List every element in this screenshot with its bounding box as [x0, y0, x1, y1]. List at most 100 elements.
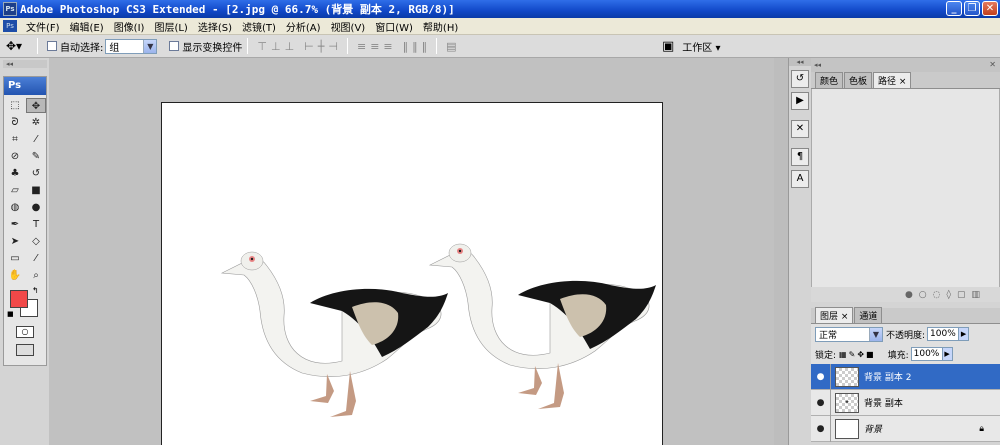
- actions-panel-icon[interactable]: ▶: [791, 92, 809, 110]
- tab-channels[interactable]: 通道: [854, 307, 883, 323]
- fill-path-icon[interactable]: ●: [905, 290, 913, 300]
- menu-window[interactable]: 窗口(W): [370, 19, 418, 34]
- align-bottom-icon[interactable]: ⊥: [285, 40, 295, 53]
- history-panel-icon[interactable]: ↺: [791, 70, 809, 88]
- gradient-tool-icon[interactable]: ■: [26, 183, 46, 198]
- load-selection-icon[interactable]: ◌: [933, 290, 941, 300]
- menu-view[interactable]: 视图(V): [326, 19, 371, 34]
- lock-transparency-icon[interactable]: ▦: [839, 350, 847, 359]
- stroke-path-icon[interactable]: ○: [919, 290, 927, 300]
- panel-strip-grip[interactable]: ◂◂: [789, 58, 811, 66]
- show-transform-checkbox[interactable]: [169, 41, 180, 51]
- photoshop-app-icon[interactable]: Ps: [3, 2, 17, 16]
- move-tool-icon[interactable]: ✥: [26, 98, 46, 113]
- menu-filter[interactable]: 滤镜(T): [237, 19, 281, 34]
- menu-analysis[interactable]: 分析(A): [281, 19, 326, 34]
- visibility-eye-icon[interactable]: ●: [811, 415, 831, 442]
- menu-select[interactable]: 选择(S): [193, 19, 237, 34]
- character-panel-icon[interactable]: A: [791, 170, 809, 188]
- fill-slider-arrow-icon[interactable]: ▶: [942, 347, 953, 361]
- menu-file[interactable]: 文件(F): [21, 19, 65, 34]
- close-button[interactable]: ✕: [982, 1, 998, 16]
- menu-layer[interactable]: 图层(L): [149, 19, 192, 34]
- new-path-icon[interactable]: ▢: [957, 290, 966, 300]
- crop-tool-icon[interactable]: ⌗: [5, 132, 25, 147]
- tool-presets-icon[interactable]: ✕: [791, 120, 809, 138]
- auto-select-dropdown[interactable]: 组 ▼: [105, 38, 158, 54]
- align-left-icon[interactable]: ⊢: [304, 40, 314, 53]
- toolbox-grip[interactable]: ◂◂: [3, 60, 47, 68]
- document-canvas[interactable]: [161, 102, 663, 445]
- screen-mode-icon[interactable]: [16, 344, 34, 356]
- layer-row[interactable]: ● 背景 副本 2: [811, 363, 1000, 390]
- align-hcenter-icon[interactable]: ┼: [318, 40, 325, 53]
- tab-swatches[interactable]: 色板: [844, 72, 873, 88]
- menu-help[interactable]: 帮助(H): [418, 19, 463, 34]
- visibility-eye-icon[interactable]: ●: [811, 389, 831, 416]
- tab-paths[interactable]: 路径 ×: [873, 72, 912, 88]
- close-icon[interactable]: ✕: [989, 58, 996, 72]
- distribute-hcenter-icon[interactable]: ‖: [412, 40, 418, 53]
- auto-select-value: 组: [109, 42, 120, 54]
- distribute-left-icon[interactable]: ‖: [403, 40, 409, 53]
- workspace-menu[interactable]: 工作区 ▾: [682, 39, 720, 54]
- opacity-slider-arrow-icon[interactable]: ▶: [959, 327, 970, 341]
- foreground-color-swatch[interactable]: [10, 290, 28, 308]
- layer-thumbnail: ✦: [835, 392, 859, 413]
- panel-group-grip[interactable]: ◂◂ ✕: [811, 58, 1000, 72]
- delete-path-icon[interactable]: ▥: [971, 290, 980, 300]
- pen-tool-icon[interactable]: ✒: [5, 217, 25, 232]
- path-selection-icon[interactable]: ➤: [5, 234, 25, 249]
- visibility-eye-icon[interactable]: ●: [811, 363, 831, 390]
- quick-mask-icon[interactable]: ○: [16, 326, 34, 338]
- lock-position-icon[interactable]: ✥: [857, 350, 864, 359]
- menu-image[interactable]: 图像(I): [109, 19, 150, 34]
- zoom-tool-icon[interactable]: ⌕: [26, 268, 46, 283]
- ps-menu-icon[interactable]: Ps: [3, 20, 17, 32]
- tab-color[interactable]: 颜色: [815, 72, 844, 88]
- auto-align-button[interactable]: ▤: [446, 40, 456, 53]
- lock-pixels-icon[interactable]: ✎: [849, 350, 856, 359]
- bridge-icon[interactable]: ▣: [662, 39, 674, 54]
- move-tool-preset-icon[interactable]: ✥▾: [6, 37, 32, 55]
- history-brush-icon[interactable]: ↺: [26, 166, 46, 181]
- slice-tool-icon[interactable]: ⁄: [26, 132, 46, 147]
- make-path-icon[interactable]: ◊: [947, 290, 951, 300]
- align-top-icon[interactable]: ⊤: [257, 40, 267, 53]
- blur-tool-icon[interactable]: ◍: [5, 200, 25, 215]
- minimize-button[interactable]: _: [946, 1, 962, 16]
- eraser-tool-icon[interactable]: ▱: [5, 183, 25, 198]
- type-tool-icon[interactable]: T: [26, 217, 46, 232]
- show-transform-label: 显示变换控件: [182, 42, 243, 54]
- align-right-icon[interactable]: ⊣: [328, 40, 338, 53]
- clone-stamp-icon[interactable]: ♣: [5, 166, 25, 181]
- distribute-vcenter-icon[interactable]: ≡: [370, 40, 379, 53]
- magic-wand-tool-icon[interactable]: ✲: [26, 115, 46, 130]
- restore-button[interactable]: ❐: [964, 1, 980, 16]
- layer-row[interactable]: ● 背景 🔒︎: [811, 415, 1000, 442]
- default-colors-icon[interactable]: ■: [7, 310, 14, 318]
- distribute-top-icon[interactable]: ≡: [357, 40, 366, 53]
- notes-tool-icon[interactable]: ▭: [5, 251, 25, 266]
- align-vcenter-icon[interactable]: ⊥: [271, 40, 281, 53]
- eyedropper-tool-icon[interactable]: ⁄: [26, 251, 46, 266]
- layer-row[interactable]: ● ✦ 背景 副本: [811, 389, 1000, 416]
- healing-brush-icon[interactable]: ⊘: [5, 149, 25, 164]
- tab-layers[interactable]: 图层 ×: [815, 307, 854, 323]
- dodge-tool-icon[interactable]: ●: [26, 200, 46, 215]
- marquee-tool-icon[interactable]: ⬚: [5, 98, 25, 113]
- shape-tool-icon[interactable]: ◇: [26, 234, 46, 249]
- opacity-input[interactable]: 100%: [927, 327, 960, 341]
- paragraph-panel-icon[interactable]: ¶: [791, 148, 809, 166]
- menu-edit[interactable]: 编辑(E): [65, 19, 109, 34]
- hand-tool-icon[interactable]: ✋: [5, 268, 25, 283]
- fill-input[interactable]: 100%: [910, 347, 943, 361]
- blend-mode-dropdown[interactable]: 正常 ▼: [815, 326, 883, 342]
- brush-tool-icon[interactable]: ✎: [26, 149, 46, 164]
- swap-colors-icon[interactable]: ↰: [32, 286, 39, 295]
- lasso-tool-icon[interactable]: ᘐ: [5, 115, 25, 130]
- distribute-right-icon[interactable]: ‖: [422, 40, 428, 53]
- lock-all-icon[interactable]: ■: [866, 350, 874, 359]
- auto-select-checkbox[interactable]: [47, 41, 57, 51]
- distribute-bottom-icon[interactable]: ≡: [383, 40, 392, 53]
